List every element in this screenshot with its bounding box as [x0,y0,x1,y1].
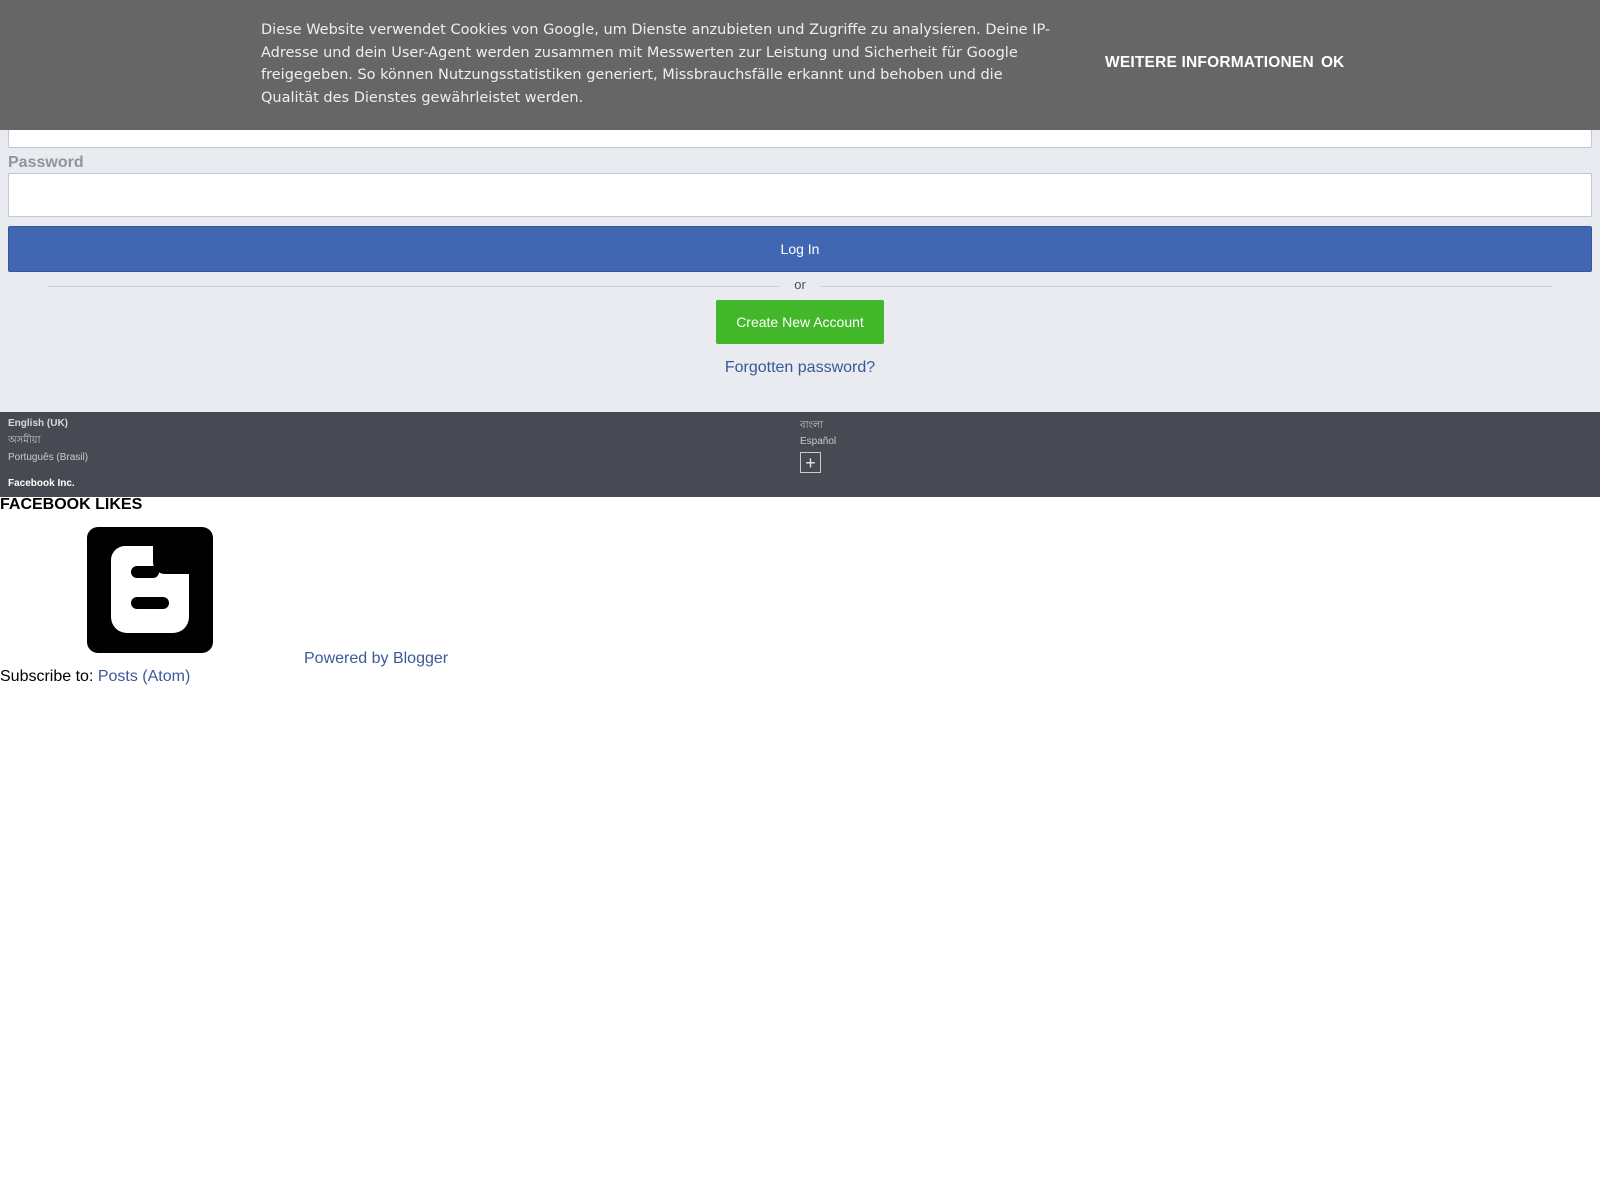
language-link-portuguese[interactable]: Português (Brasil) [8,452,88,463]
create-account-button[interactable]: Create New Account [716,300,884,344]
widget-title: FACEBOOK LIKES [0,496,143,513]
company-name: Facebook Inc. [8,478,75,489]
cookie-ok-button[interactable]: OK [1321,54,1344,72]
cookie-message: Diese Website verwendet Cookies von Goog… [261,22,1051,106]
cookie-banner: Diese Website verwendet Cookies von Goog… [0,0,1600,130]
powered-by-link[interactable]: Powered by Blogger [304,650,448,668]
subscribe-line: Subscribe to: Posts (Atom) [0,668,190,686]
language-link-assamese[interactable]: অসমীয়া [8,433,40,450]
divider-line-right [821,286,1553,287]
more-info-button[interactable]: WEITERE INFORMATIONEN [1105,54,1314,72]
language-link-bengali[interactable]: বাংলা [800,418,823,435]
blogger-b-bar-top [131,566,159,578]
blogger-logo-icon[interactable] [87,527,213,653]
forgot-password-link[interactable]: Forgotten password? [0,359,1600,377]
blogger-b-bar-bottom [131,597,169,609]
language-link-spanish[interactable]: Español [800,436,836,447]
subscribe-prefix: Subscribe to: [0,668,98,685]
posts-atom-link[interactable]: Posts (Atom) [98,668,190,685]
password-label: Password [8,154,84,171]
or-divider: or [47,277,1553,295]
or-text: or [794,277,806,292]
password-field[interactable] [8,173,1592,217]
current-language: English (UK) [8,418,68,429]
more-languages-button[interactable]: + [800,452,821,473]
language-footer: English (UK) অসমীয়া Português (Brasil) … [0,412,1600,497]
login-button[interactable]: Log In [8,226,1592,272]
